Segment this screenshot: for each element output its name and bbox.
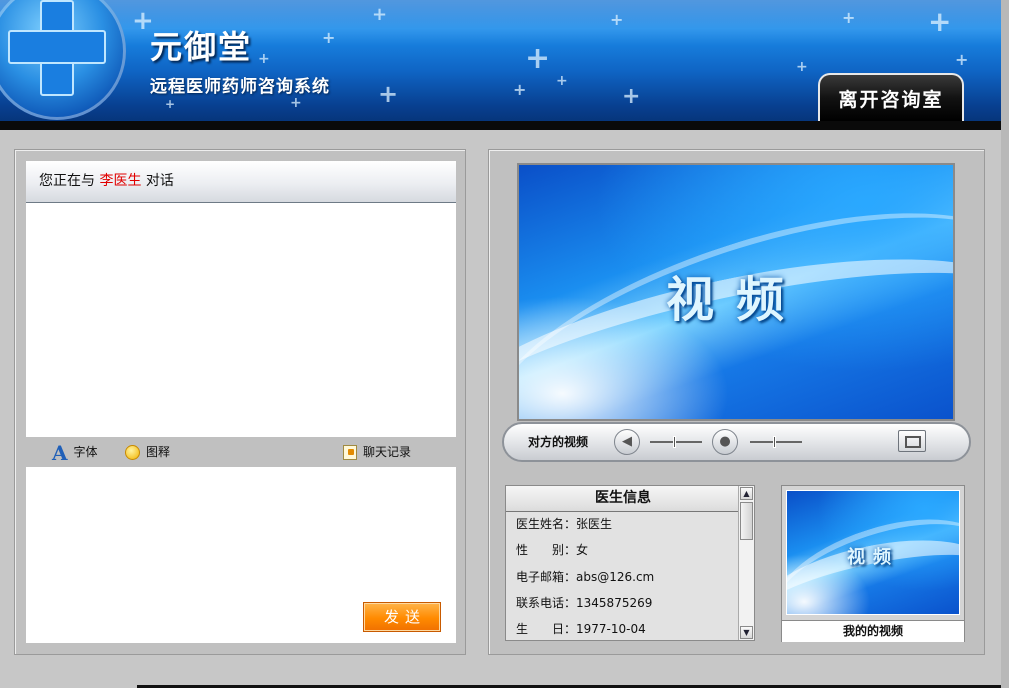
sparkle-decoration: + (610, 10, 624, 29)
info-row-gender: 性 别：女 (516, 541, 588, 559)
leave-room-button[interactable]: 离开咨询室 (818, 73, 964, 121)
info-scrollbar[interactable]: ▲ ▼ (738, 486, 754, 640)
speaker-volume-slider[interactable] (650, 436, 702, 448)
sparkle-decoration: + (372, 4, 388, 25)
sparkle-decoration: + (258, 51, 270, 67)
remote-video-label: 视频 (665, 272, 806, 328)
remote-video[interactable]: 视频 (517, 163, 955, 421)
scrollbar-thumb[interactable] (740, 502, 753, 540)
emoji-label: 图释 (146, 445, 171, 459)
video-panel: 视频 对方的视频 ◀ ● 医生信息 医生姓名：张医生 性 别：女 电子邮箱：ab… (488, 149, 985, 655)
sparkle-decoration: + (928, 5, 952, 38)
slider-knob[interactable] (673, 436, 676, 448)
info-row-name: 医生姓名：张医生 (516, 515, 612, 533)
app-header: + + + + + + + + + + + + + + + + 元御堂 远程医师… (0, 0, 1001, 130)
info-key: 电子邮箱： (516, 570, 577, 584)
my-video[interactable]: 视频 (786, 490, 960, 615)
font-label: 字体 (73, 445, 98, 459)
info-row-phone: 联系电话：1345875269 (516, 594, 652, 612)
speaker-button[interactable]: ◀ (614, 429, 640, 455)
sparkle-decoration: + (322, 28, 336, 47)
info-row-email: 电子邮箱：abs@126.cm (516, 568, 654, 586)
chat-panel: 您正在与 李医生 对话 A 字体 图释 聊天记录 发送 (14, 149, 466, 655)
send-button[interactable]: 发送 (363, 602, 441, 632)
info-value: abs@126.cm (576, 570, 655, 584)
info-key: 医生姓名： (516, 517, 577, 531)
chat-history-button[interactable]: 聊天记录 (343, 441, 411, 463)
microphone-icon: ● (719, 434, 731, 449)
right-edge (1001, 0, 1009, 688)
doctor-info-panel: 医生信息 医生姓名：张医生 性 别：女 电子邮箱：abs@126.cm 联系电话… (505, 485, 755, 641)
my-video-label: 视频 (847, 547, 899, 568)
chat-header-prefix: 您正在与 (39, 173, 95, 189)
fullscreen-icon[interactable] (898, 430, 926, 452)
chat-header-suffix: 对话 (145, 173, 174, 189)
info-value: 张医生 (576, 517, 613, 531)
emoji-button[interactable]: 图释 (125, 441, 170, 463)
slider-knob[interactable] (773, 436, 776, 448)
remote-video-caption: 对方的视频 (528, 435, 589, 449)
emoji-icon (125, 445, 140, 460)
info-value: 1345875269 (576, 596, 653, 610)
font-icon: A (52, 440, 68, 465)
chat-doctor-name: 李医生 (99, 173, 142, 189)
info-key: 生 日： (516, 622, 577, 636)
sparkle-decoration: + (290, 95, 302, 111)
video-control-bar: 对方的视频 ◀ ● (502, 422, 971, 462)
info-value: 女 (576, 543, 589, 557)
my-video-container: 视频 我的的视频 (781, 485, 965, 642)
info-row-birthday: 生 日：1977-10-04 (516, 620, 646, 638)
brand-title: 元御堂 (150, 28, 253, 66)
sparkle-decoration: + (513, 80, 527, 99)
microphone-volume-slider[interactable] (750, 436, 802, 448)
speaker-icon: ◀ (622, 434, 632, 449)
sparkle-decoration: + (378, 80, 399, 108)
sparkle-decoration: + (165, 97, 176, 111)
sparkle-decoration: + (955, 50, 969, 69)
brand-subtitle: 远程医师药师咨询系统 (150, 77, 330, 97)
microphone-button[interactable]: ● (712, 429, 738, 455)
header-bottom-bar (0, 121, 1001, 130)
sparkle-decoration: + (842, 8, 856, 27)
logo-cross-icon (0, 0, 126, 120)
sparkle-decoration: + (556, 73, 568, 89)
doctor-info-title: 医生信息 (506, 486, 740, 512)
logo-cross-horizontal (8, 30, 106, 64)
sparkle-decoration: + (525, 41, 551, 76)
info-value: 1977-10-04 (576, 622, 646, 636)
history-icon (343, 445, 357, 460)
chat-header: 您正在与 李医生 对话 (26, 161, 456, 203)
font-button[interactable]: A 字体 (52, 440, 98, 465)
chat-message-area[interactable] (26, 203, 456, 437)
history-label: 聊天记录 (363, 445, 412, 459)
my-video-caption: 我的的视频 (782, 620, 964, 642)
info-key: 性 别： (516, 543, 577, 557)
sparkle-decoration: + (796, 59, 808, 75)
scroll-up-icon[interactable]: ▲ (740, 487, 753, 500)
sparkle-decoration: + (622, 84, 641, 109)
scroll-down-icon[interactable]: ▼ (740, 626, 753, 639)
info-key: 联系电话： (516, 596, 577, 610)
chat-toolbar: A 字体 图释 聊天记录 (26, 437, 456, 467)
